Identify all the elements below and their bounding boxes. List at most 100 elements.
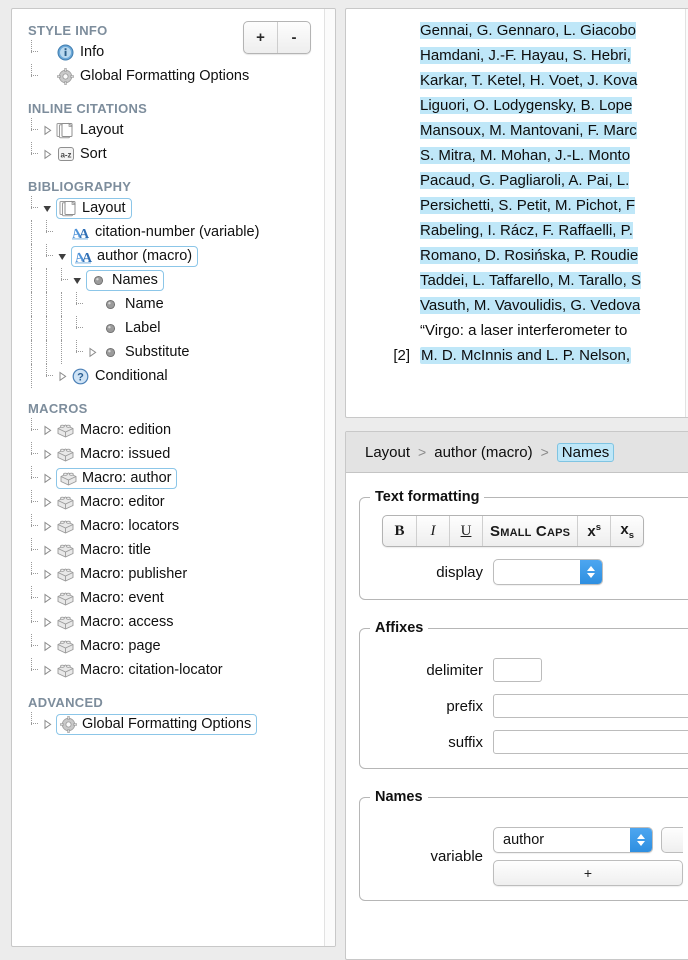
subscript-affix: s <box>628 529 634 541</box>
gear-icon <box>59 715 78 733</box>
tree-item-macro-author[interactable]: Macro: author <box>12 466 335 490</box>
small-caps-button[interactable]: Small Caps <box>482 516 577 546</box>
tree-item-content: Info <box>56 42 107 63</box>
display-label: display <box>436 563 483 581</box>
tree-item-macro-edition[interactable]: Macro: edition <box>12 418 335 442</box>
underline-button[interactable]: U <box>449 516 482 546</box>
disclosure-triangle-closed-icon[interactable] <box>41 424 54 437</box>
subscript-button[interactable]: xs <box>610 516 643 546</box>
tree-item-author-macro[interactable]: A Aauthor (macro) <box>12 244 335 268</box>
bold-button[interactable]: B <box>383 516 416 546</box>
tree-item-macro-page[interactable]: Macro: page <box>12 634 335 658</box>
bibliography-line: Liguori, O. Lodygensky, B. Lope <box>420 93 688 118</box>
tree-item-label: Macro: locators <box>80 518 180 534</box>
breadcrumb-item-author-macro[interactable]: author (macro) <box>434 444 532 461</box>
tree-item-macro-publisher[interactable]: Macro: publisher <box>12 562 335 586</box>
delimiter-input[interactable] <box>493 658 542 682</box>
variable-select-value: author <box>503 832 545 848</box>
disclosure-triangle-open-icon[interactable] <box>41 202 54 215</box>
bibliography-line: Vasuth, M. Vavoulidis, G. Vedova <box>420 293 688 318</box>
disclosure-triangle-closed-icon[interactable] <box>41 640 54 653</box>
disclosure-triangle-closed-icon[interactable] <box>41 568 54 581</box>
bibliography-entry-number: [2] <box>393 347 410 364</box>
disclosure-triangle-closed-icon[interactable] <box>41 592 54 605</box>
disclosure-triangle-closed-icon[interactable] <box>41 472 54 485</box>
style-editor-window: + - STYLE INFO Info Global Formatting Opti… <box>0 0 688 960</box>
bibliography-preview[interactable]: Gennai, G. Gennaro, L. Giacobo Hamdani, J… <box>346 9 688 417</box>
tree-connector <box>26 538 39 562</box>
add-variable-button[interactable]: + <box>493 860 683 886</box>
variable-label: variable <box>430 848 483 865</box>
tree-connector <box>56 268 69 292</box>
disclosure-triangle-closed-icon[interactable] <box>41 520 54 533</box>
disclosure-triangle-closed-icon[interactable] <box>56 370 69 383</box>
tree-item-conditional[interactable]: ? Conditional <box>12 364 335 388</box>
superscript-affix: s <box>595 522 601 533</box>
tree-item-label: author (macro) <box>97 248 193 264</box>
bibliography-entry[interactable]: [2] M. D. McInnis and L. P. Nelson, <box>346 343 688 368</box>
disclosure-triangle-open-icon[interactable] <box>56 250 69 263</box>
tree-item-content: Macro: edition <box>56 420 174 441</box>
bibliography-entry-text: M. D. McInnis and L. P. Nelson, <box>420 343 688 368</box>
tree-connector <box>71 340 84 364</box>
tree-item-substitute[interactable]: Substitute <box>12 340 335 364</box>
tree-item-content: Layout <box>56 197 132 219</box>
suffix-label: suffix <box>448 733 483 751</box>
disclosure-triangle-open-icon[interactable] <box>71 274 84 287</box>
tree-guide <box>56 292 69 316</box>
disclosure-triangle-closed-icon[interactable] <box>86 346 99 359</box>
bibliography-line: Karkar, T. Ketel, H. Voet, J. Kova <box>420 68 688 93</box>
breadcrumb-item-names[interactable]: Names <box>556 442 615 462</box>
variable-secondary-control[interactable] <box>661 827 683 853</box>
tree-item-macro-title[interactable]: Macro: title <box>12 538 335 562</box>
tree-item-macro-locators[interactable]: Macro: locators <box>12 514 335 538</box>
italic-button[interactable]: I <box>416 516 449 546</box>
tree-item-name[interactable]: Name <box>12 292 335 316</box>
tree-item-content: a-z Sort <box>56 144 110 165</box>
tree-guide <box>41 268 54 292</box>
prefix-input[interactable] <box>493 694 688 718</box>
tree-connector <box>26 466 39 490</box>
variable-select[interactable]: author <box>493 827 653 853</box>
tree-item-macro-access[interactable]: Macro: access <box>12 610 335 634</box>
disclosure-triangle-closed-icon[interactable] <box>41 124 54 137</box>
tree-item-macro-editor[interactable]: Macro: editor <box>12 490 335 514</box>
tree-item-global-formatting-options[interactable]: Global Formatting Options <box>12 712 335 736</box>
display-select[interactable] <box>493 559 603 585</box>
tree-item-macro-citation-locator[interactable]: Macro: citation-locator <box>12 658 335 682</box>
breadcrumb-item-layout[interactable]: Layout <box>365 444 410 461</box>
disclosure-triangle-closed-icon[interactable] <box>41 616 54 629</box>
tree-item-layout[interactable]: Layout <box>12 196 335 220</box>
tree-connector <box>26 64 39 88</box>
tree-item-label[interactable]: Label <box>12 316 335 340</box>
tree-item-global-formatting-options[interactable]: Global Formatting Options <box>12 64 335 88</box>
disclosure-triangle-closed-icon[interactable] <box>41 148 54 161</box>
bibliography-preview-panel: Gennai, G. Gennaro, L. Giacobo Hamdani, J… <box>345 8 688 418</box>
tree-item-names[interactable]: Names <box>12 268 335 292</box>
superscript-button[interactable]: xs <box>577 516 610 546</box>
disclosure-triangle-closed-icon[interactable] <box>41 718 54 731</box>
tree-item-content: A Aauthor (macro) <box>71 245 199 267</box>
tree-item-citation-number-variable[interactable]: A A citation-number (variable) <box>12 220 335 244</box>
tree-item-sort[interactable]: a-z Sort <box>12 142 335 166</box>
disclosure-triangle-closed-icon[interactable] <box>41 664 54 677</box>
suffix-input[interactable] <box>493 730 688 754</box>
bibliography-entry[interactable]: Gennai, G. Gennaro, L. Giacobo Hamdani, J… <box>346 18 688 343</box>
tree-item-macro-event[interactable]: Macro: event <box>12 586 335 610</box>
tree-item-macro-issued[interactable]: Macro: issued <box>12 442 335 466</box>
disclosure-triangle-closed-icon[interactable] <box>41 544 54 557</box>
tree-item-label: Macro: editor <box>80 494 165 510</box>
bullet-icon <box>101 295 120 313</box>
disclosure-triangle-closed-icon[interactable] <box>41 448 54 461</box>
element-inspector-panel: Layout > author (macro) > Names Text formatt… <box>345 431 688 960</box>
macro-block-icon <box>56 445 75 463</box>
tree-item-layout[interactable]: Layout <box>12 118 335 142</box>
style-tree: STYLE INFO Info Global Formatting Options I… <box>12 9 335 736</box>
tree-connector <box>41 220 54 244</box>
names-group: Names variable author + <box>359 789 688 901</box>
tree-item-content: Macro: title <box>56 540 154 561</box>
disclosure-triangle-closed-icon[interactable] <box>41 496 54 509</box>
tree-item-info[interactable]: Info <box>12 40 335 64</box>
sidebar-scrollbar[interactable] <box>324 9 335 946</box>
